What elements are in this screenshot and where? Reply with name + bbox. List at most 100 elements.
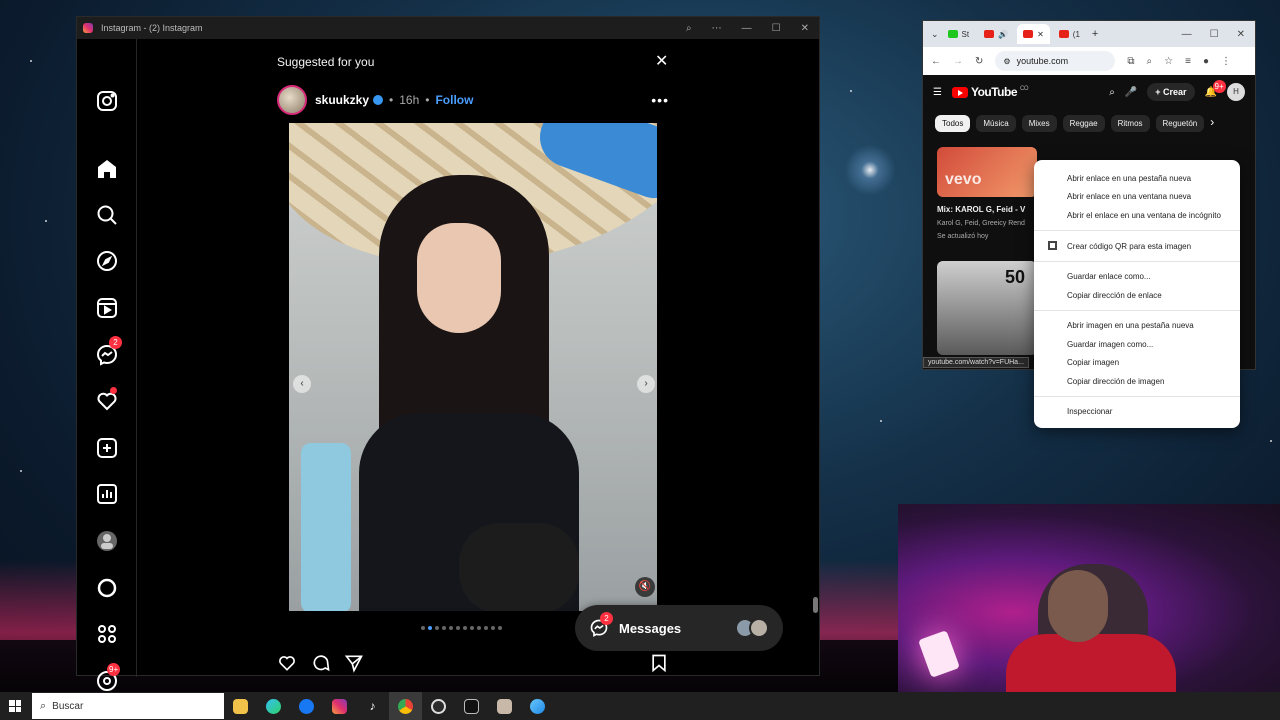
notifications-heart-icon[interactable] (95, 387, 119, 413)
filter-chip[interactable]: Mixes (1021, 115, 1057, 132)
post-username[interactable]: skuukzky (315, 93, 369, 107)
reload-icon[interactable]: ↻ (975, 56, 983, 67)
reels-icon[interactable] (95, 296, 119, 320)
file-explorer-icon[interactable] (224, 692, 257, 720)
account-avatar[interactable]: H (1227, 83, 1245, 101)
edge-icon[interactable] (257, 692, 290, 720)
close-window-button[interactable]: ✕ (1237, 29, 1245, 40)
explore-compass-icon[interactable] (95, 249, 119, 273)
notifications-bell-icon[interactable]: 🔔 9+ (1205, 79, 1226, 98)
tab-st[interactable]: St (942, 24, 976, 44)
threads-circle-icon[interactable] (95, 576, 119, 600)
menu-open-image-new-tab[interactable]: Abrir imagen en una pestaña nueva (1067, 321, 1194, 330)
tab-youtube-active[interactable]: ✕ (1017, 24, 1050, 44)
tab-close-icon[interactable]: ✕ (1037, 30, 1044, 39)
post-author-avatar[interactable] (277, 85, 307, 115)
filter-chip[interactable]: Reggae (1062, 115, 1105, 132)
address-bar[interactable]: ⚙ youtube.com (995, 51, 1116, 71)
carousel-prev-button[interactable]: ‹ (293, 375, 311, 393)
messenger-icon[interactable]: 2 (95, 336, 122, 367)
post-options-icon[interactable]: ••• (651, 92, 669, 108)
tab-search-chevron-icon[interactable]: ⌄ (931, 29, 939, 40)
tiktok-icon[interactable]: ♪ (356, 692, 389, 720)
carousel-next-button[interactable]: › (637, 375, 655, 393)
like-heart-icon[interactable] (277, 653, 297, 673)
menu-copy-image-address[interactable]: Copiar dirección de imagen (1067, 377, 1164, 386)
filter-chip[interactable]: Todos (935, 115, 971, 132)
minimize-button[interactable]: — (742, 23, 752, 34)
post-actions (277, 653, 669, 675)
maximize-button[interactable]: ☐ (1210, 29, 1219, 40)
menu-save-image-as[interactable]: Guardar imagen como... (1067, 340, 1153, 349)
facebook-icon[interactable] (290, 692, 323, 720)
post-image[interactable]: ‹ › 🔇 (289, 123, 657, 611)
filter-chip[interactable]: Música (976, 115, 1016, 132)
save-bookmark-icon[interactable] (649, 653, 669, 673)
new-tab-button[interactable]: + (1092, 28, 1098, 40)
video-channel[interactable]: Karol G, Feid, Greeicy Rend (937, 220, 1025, 227)
microphone-icon[interactable]: 🎤 (1125, 87, 1137, 98)
video-thumbnail[interactable]: vevo (937, 147, 1037, 197)
share-icon[interactable] (344, 653, 364, 673)
hamburger-menu-icon[interactable]: ☰ (933, 87, 942, 98)
follow-button[interactable]: Follow (435, 93, 473, 107)
start-button[interactable] (0, 692, 30, 720)
zoom-icon[interactable]: ⌕ (686, 23, 692, 34)
menu-inspect[interactable]: Inspeccionar (1067, 407, 1112, 416)
profile-avatar[interactable] (95, 529, 119, 553)
minimize-button[interactable]: — (1182, 29, 1192, 40)
instagram-icon[interactable] (323, 692, 356, 720)
webcam-overlay (898, 504, 1280, 720)
audio-icon[interactable]: 🔊 (998, 30, 1008, 39)
filter-chip[interactable]: Reguetón (1155, 115, 1205, 132)
video-thumbnail[interactable]: 50 (937, 261, 1037, 355)
cast-icon[interactable]: ⧉ (1127, 56, 1134, 67)
messenger-app-icon[interactable] (521, 692, 554, 720)
messages-button[interactable]: 2 Messages (575, 605, 783, 651)
video-title[interactable]: Mix: KAROL G, Feid - V (937, 205, 1025, 214)
home-icon[interactable] (95, 157, 119, 181)
menu-copy-image[interactable]: Copiar imagen (1067, 358, 1119, 367)
comment-icon[interactable] (311, 653, 331, 673)
chrome-icon[interactable] (389, 692, 422, 720)
capcut-icon[interactable] (455, 692, 488, 720)
obs-icon[interactable] (422, 692, 455, 720)
instagram-logo-icon[interactable] (95, 89, 119, 113)
close-icon[interactable]: ✕ (655, 51, 668, 71)
filter-chip[interactable]: Ritmos (1110, 115, 1150, 132)
menu-open-link-new-window[interactable]: Abrir enlace en una ventana nueva (1067, 192, 1191, 201)
profile-icon[interactable]: ● (1203, 56, 1209, 67)
create-post-icon[interactable] (95, 436, 119, 460)
threads-icon[interactable]: 9+ (95, 663, 121, 693)
carousel-dot (456, 626, 460, 630)
search-icon[interactable]: ⌕ (1109, 87, 1115, 98)
bookmark-star-icon[interactable]: ☆ (1164, 56, 1173, 67)
maximize-button[interactable]: ☐ (772, 23, 781, 34)
tab-youtube-audio[interactable]: 🔊 (978, 24, 1014, 44)
close-window-button[interactable]: ✕ (801, 23, 809, 34)
menu-open-link-new-tab[interactable]: Abrir enlace en una pestaña nueva (1067, 174, 1191, 183)
chips-next-icon[interactable]: › (1210, 115, 1214, 132)
search-icon[interactable] (95, 203, 119, 227)
forward-icon[interactable]: → (953, 56, 963, 67)
menu-save-link-as[interactable]: Guardar enlace como... (1067, 272, 1151, 281)
app-thumbnail-icon[interactable] (488, 692, 521, 720)
more-icon[interactable]: ⋯ (712, 23, 722, 34)
scrollbar[interactable] (813, 597, 818, 613)
site-info-icon[interactable]: ⚙ (1003, 57, 1010, 66)
zoom-icon[interactable]: ⌕ (1147, 56, 1153, 67)
media-control-icon[interactable]: ≡ (1185, 56, 1191, 67)
create-button[interactable]: + Crear (1147, 83, 1195, 101)
taskbar-search[interactable]: ⌕ Buscar (32, 693, 224, 719)
tab-youtube-3[interactable]: (1 (1053, 24, 1086, 44)
menu-copy-link-address[interactable]: Copiar dirección de enlace (1067, 291, 1162, 300)
window-titlebar[interactable]: Instagram - (2) Instagram ⌕ ⋯ — ☐ ✕ (77, 17, 819, 39)
youtube-logo[interactable]: YouTube CO (951, 85, 1029, 99)
menu-open-link-incognito[interactable]: Abrir el enlace en una ventana de incógn… (1067, 211, 1221, 220)
dashboard-icon[interactable] (95, 482, 119, 506)
mute-icon[interactable]: 🔇 (635, 577, 655, 597)
menu-create-qr[interactable]: Crear código QR para esta imagen (1067, 242, 1191, 251)
chrome-menu-icon[interactable]: ⋮ (1221, 56, 1231, 67)
more-apps-icon[interactable] (95, 622, 119, 646)
back-icon[interactable]: ← (931, 56, 941, 67)
